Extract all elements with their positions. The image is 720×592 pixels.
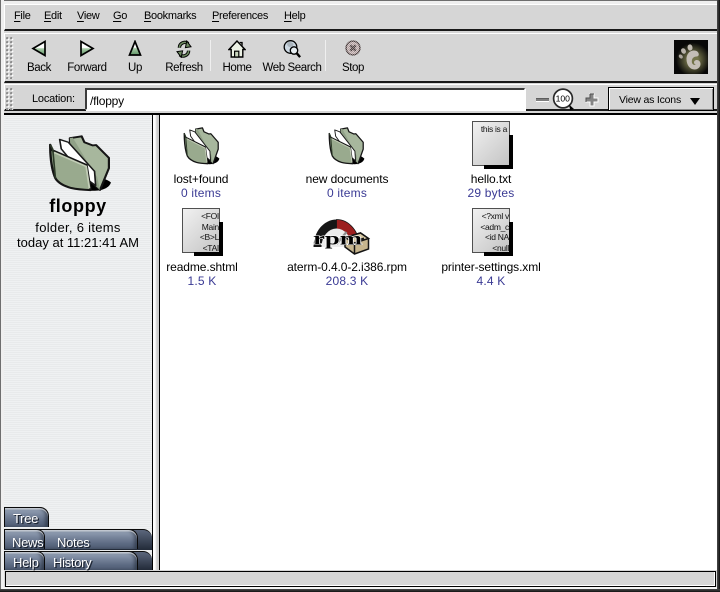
svg-text:rpm: rpm	[313, 229, 362, 249]
svg-text:100: 100	[556, 94, 571, 104]
